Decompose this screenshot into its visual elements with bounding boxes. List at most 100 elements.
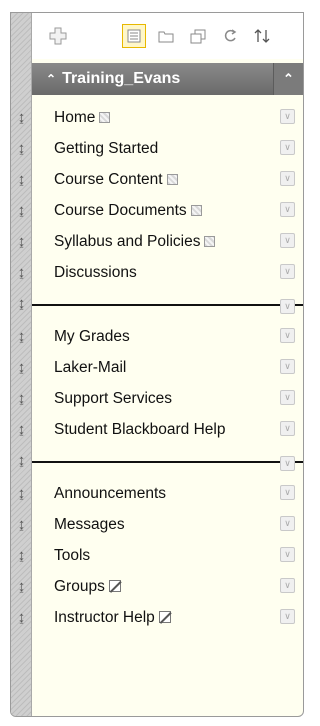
chevron-down-icon[interactable]: ∨ <box>280 609 295 624</box>
menu-item-label[interactable]: Announcements <box>54 485 166 503</box>
menu-item[interactable]: ↨ Discussions ∨ <box>11 257 303 288</box>
chevron-down-icon[interactable]: ∨ <box>280 421 295 436</box>
chevron-down-icon[interactable]: ∨ <box>280 456 295 471</box>
hidden-from-students-icon <box>190 205 202 216</box>
add-menu-item-button[interactable] <box>46 24 70 48</box>
course-title: Training_Evans <box>62 70 181 87</box>
folder-view-icon <box>158 31 174 43</box>
hidden-from-students-icon <box>166 174 178 185</box>
course-menu-list: ↨ Home ∨ ↨ Getting Started ∨ ↨ Course Content ∨ ↨… <box>11 102 303 633</box>
drag-handle-icon[interactable]: ↨ <box>11 445 32 476</box>
menu-item[interactable]: ↨ My Grades ∨ <box>11 321 303 352</box>
new-window-icon <box>190 29 206 44</box>
no-access-icon <box>158 611 171 623</box>
course-title-bar[interactable]: ⌃ Training_Evans ⌃ <box>32 63 303 95</box>
new-window-button[interactable] <box>186 24 210 48</box>
menu-item-text: Messages <box>54 516 125 533</box>
menu-item-label[interactable]: My Grades <box>54 328 130 346</box>
drag-handle-icon[interactable]: ↨ <box>11 195 32 226</box>
menu-item-label[interactable]: Instructor Help <box>54 609 171 627</box>
list-view-icon <box>127 29 141 43</box>
menu-item-text: Home <box>54 109 96 126</box>
drag-handle-icon[interactable]: ↨ <box>11 383 32 414</box>
course-menu-toolbar <box>32 13 303 59</box>
menu-item-label[interactable]: Discussions <box>54 264 137 282</box>
menu-item-label[interactable]: Course Documents <box>54 202 202 220</box>
chevron-down-icon[interactable]: ∨ <box>280 516 295 531</box>
no-access-icon <box>108 580 121 592</box>
menu-item-text: Course Content <box>54 171 163 188</box>
menu-item-label[interactable]: Syllabus and Policies <box>54 233 216 251</box>
folder-view-button[interactable] <box>154 24 178 48</box>
reorder-button[interactable] <box>250 24 274 48</box>
menu-item-text: Instructor Help <box>54 609 155 626</box>
chevron-down-icon[interactable]: ∨ <box>280 390 295 405</box>
drag-handle-icon[interactable]: ↨ <box>11 602 32 633</box>
menu-item-label[interactable]: Student Blackboard Help <box>54 421 225 439</box>
menu-item[interactable]: ↨ Student Blackboard Help ∨ <box>11 414 303 445</box>
drag-handle-icon[interactable]: ↨ <box>11 133 32 164</box>
collapse-menu-button[interactable]: ⌃ <box>273 63 303 95</box>
drag-handle-icon[interactable]: ↨ <box>11 102 32 133</box>
chevron-down-icon[interactable]: ∨ <box>280 140 295 155</box>
chevron-up-icon: ⌃ <box>283 71 294 86</box>
chevron-down-icon[interactable]: ∨ <box>280 264 295 279</box>
menu-item-text: Laker-Mail <box>54 359 127 376</box>
menu-item-text: Tools <box>54 547 91 564</box>
menu-item[interactable]: ↨ Syllabus and Policies ∨ <box>11 226 303 257</box>
menu-item-label[interactable]: Groups <box>54 578 121 596</box>
drag-handle-icon[interactable]: ↨ <box>11 509 32 540</box>
drag-handle-icon[interactable]: ↨ <box>11 226 32 257</box>
menu-item-label[interactable]: Messages <box>54 516 125 534</box>
menu-item[interactable]: ↨ Getting Started ∨ <box>11 133 303 164</box>
course-menu-panel: ⌃ Training_Evans ⌃ ↨ Home ∨ ↨ Getting Starte… <box>10 12 304 717</box>
hidden-from-students-icon <box>204 236 216 247</box>
drag-handle-icon[interactable]: ↨ <box>11 257 32 288</box>
chevron-down-icon[interactable]: ∨ <box>280 233 295 248</box>
refresh-icon <box>224 29 237 42</box>
drag-handle-icon[interactable]: ↨ <box>11 414 32 445</box>
chevron-down-icon[interactable]: ∨ <box>280 578 295 593</box>
menu-item-label[interactable]: Laker-Mail <box>54 359 126 377</box>
drag-handle-icon[interactable]: ↨ <box>11 571 32 602</box>
menu-item[interactable]: ↨ Groups ∨ <box>11 571 303 602</box>
chevron-down-icon[interactable]: ∨ <box>280 359 295 374</box>
menu-item-text: Course Documents <box>54 202 187 219</box>
chevron-down-icon[interactable]: ∨ <box>280 328 295 343</box>
menu-item[interactable]: ↨ Support Services ∨ <box>11 383 303 414</box>
menu-item[interactable]: ↨ Home ∨ <box>11 102 303 133</box>
menu-item[interactable]: ↨ Course Content ∨ <box>11 164 303 195</box>
reorder-icon <box>254 29 270 43</box>
menu-item[interactable]: ↨ Announcements ∨ <box>11 478 303 509</box>
drag-handle-icon[interactable]: ↨ <box>11 288 32 319</box>
menu-item[interactable]: ↨ Course Documents ∨ <box>11 195 303 226</box>
menu-item-label[interactable]: Support Services <box>54 390 172 408</box>
menu-item[interactable]: ↨ Laker-Mail ∨ <box>11 352 303 383</box>
drag-handle-icon[interactable]: ↨ <box>11 478 32 509</box>
menu-item-text: Student Blackboard Help <box>54 421 226 438</box>
chevron-down-icon[interactable]: ∨ <box>280 202 295 217</box>
menu-item[interactable]: ↨ Messages ∨ <box>11 509 303 540</box>
chevron-down-icon[interactable]: ∨ <box>280 547 295 562</box>
list-view-button[interactable] <box>122 24 146 48</box>
chevron-down-icon[interactable]: ∨ <box>280 485 295 500</box>
drag-handle-icon[interactable]: ↨ <box>11 352 32 383</box>
chevron-down-icon[interactable]: ∨ <box>280 109 295 124</box>
menu-item-label[interactable]: Course Content <box>54 171 178 189</box>
menu-item-text: Syllabus and Policies <box>54 233 201 250</box>
menu-item-label[interactable]: Getting Started <box>54 140 158 158</box>
divider-line <box>32 304 303 306</box>
drag-handle-icon[interactable]: ↨ <box>11 164 32 195</box>
hidden-from-students-icon <box>99 112 111 123</box>
menu-item[interactable]: ↨ Tools ∨ <box>11 540 303 571</box>
drag-handle-icon[interactable]: ↨ <box>11 540 32 571</box>
chevron-down-icon[interactable]: ∨ <box>280 299 295 314</box>
drag-handle-icon[interactable]: ↨ <box>11 321 32 352</box>
menu-item-text: My Grades <box>54 328 130 345</box>
menu-item-label[interactable]: Home <box>54 109 111 127</box>
menu-item[interactable]: ↨ Instructor Help ∨ <box>11 602 303 633</box>
menu-item-label[interactable]: Tools <box>54 547 90 565</box>
menu-item-text: Groups <box>54 578 105 595</box>
refresh-button[interactable] <box>218 24 242 48</box>
chevron-down-icon[interactable]: ∨ <box>280 171 295 186</box>
